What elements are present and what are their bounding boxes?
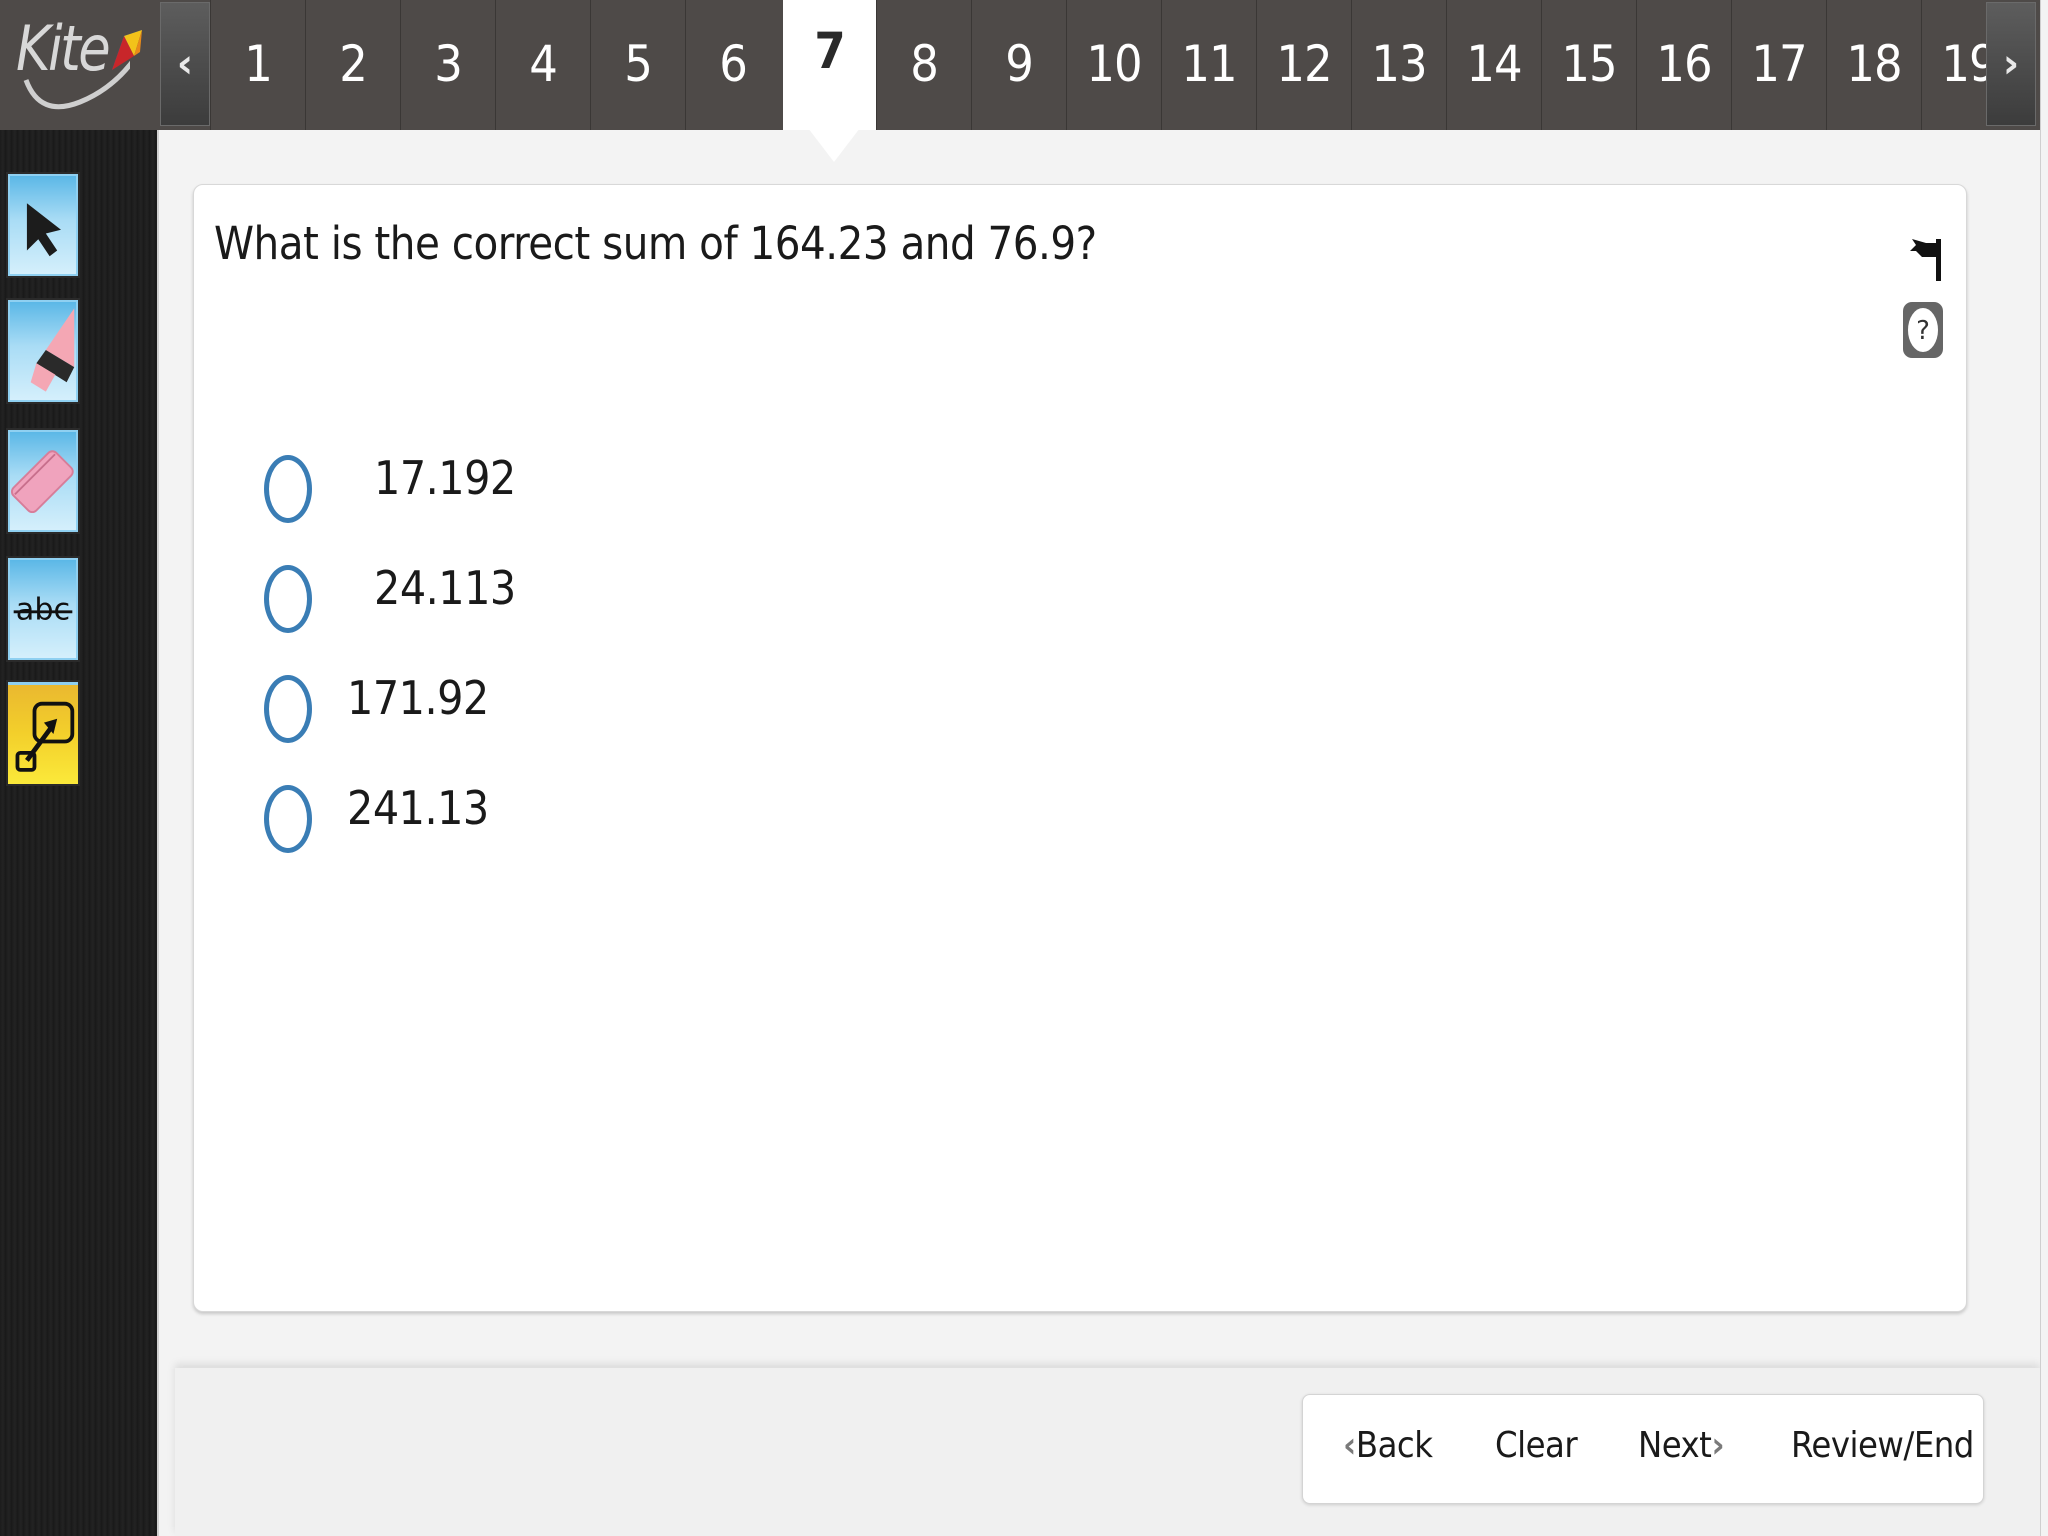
question-tab-16[interactable]: 16: [1636, 0, 1731, 130]
tab-label: 17: [1751, 35, 1807, 93]
tab-label: 18: [1846, 35, 1902, 93]
flag-icon[interactable]: [1908, 237, 1944, 283]
svg-text:abc: abc: [16, 592, 70, 627]
clear-label: Clear: [1495, 1425, 1578, 1466]
question-tab-7-active[interactable]: 7: [783, 0, 876, 130]
tab-label: 5: [624, 35, 653, 93]
chevron-left-icon: ‹: [176, 41, 194, 87]
question-card: What is the correct sum of 164.23 and 76…: [193, 184, 1967, 1312]
question-tab-19[interactable]: 19: [1921, 0, 1986, 130]
tab-label: 3: [434, 35, 463, 93]
question-tab-11[interactable]: 11: [1161, 0, 1256, 130]
question-tab-6[interactable]: 6: [685, 0, 780, 130]
question-tab-18[interactable]: 18: [1826, 0, 1921, 130]
radio-button[interactable]: [264, 455, 312, 523]
question-tab-3[interactable]: 3: [400, 0, 495, 130]
kite-logo-icon: [112, 30, 142, 70]
active-tab-pointer: [808, 128, 860, 162]
tab-label: 19: [1941, 35, 1986, 93]
question-tab-13[interactable]: 13: [1351, 0, 1446, 130]
svg-text:?: ?: [1916, 316, 1930, 346]
magnify-tool-button[interactable]: [6, 680, 80, 786]
answer-option[interactable]: 171.92: [264, 669, 864, 759]
tab-label: 8: [910, 35, 939, 93]
question-tab-10[interactable]: 10: [1066, 0, 1161, 130]
tab-label: 2: [339, 35, 368, 93]
tab-label: 16: [1656, 35, 1712, 93]
answer-option[interactable]: 17.192: [264, 449, 864, 539]
option-label: 17.192: [374, 451, 516, 505]
sidebar-divider: [157, 130, 159, 1536]
question-tab-5[interactable]: 5: [590, 0, 685, 130]
review-end-label: Review/End: [1791, 1425, 1974, 1466]
chevron-right-icon: ›: [1711, 1425, 1725, 1466]
tab-label: 7: [814, 22, 845, 80]
back-label: Back: [1355, 1425, 1433, 1466]
tab-label: 12: [1276, 35, 1332, 93]
question-tab-17[interactable]: 17: [1731, 0, 1826, 130]
tab-label: 13: [1371, 35, 1427, 93]
radio-button[interactable]: [264, 565, 312, 633]
next-button[interactable]: Next›: [1638, 1425, 1725, 1466]
expand-icon: [15, 701, 75, 772]
clear-button[interactable]: Clear: [1495, 1425, 1578, 1466]
next-questions-button[interactable]: ›: [1986, 2, 2036, 126]
kite-logo: Kite: [0, 0, 157, 130]
question-text: What is the correct sum of 164.23 and 76…: [214, 217, 1097, 270]
pointer-arrow-icon: [26, 203, 61, 257]
highlighter-tool-button[interactable]: [6, 298, 80, 404]
help-question-icon[interactable]: ?: [1902, 301, 1944, 359]
tab-label: 11: [1181, 35, 1237, 93]
tab-label: 1: [244, 35, 273, 93]
chevron-right-icon: ›: [2002, 41, 2020, 87]
next-label: Next: [1638, 1425, 1712, 1466]
option-label: 241.13: [347, 781, 489, 835]
option-label: 24.113: [374, 561, 516, 615]
question-tab-2[interactable]: 2: [305, 0, 400, 130]
radio-button[interactable]: [264, 785, 312, 853]
strikethrough-tool-button[interactable]: abc: [6, 556, 80, 662]
question-tab-1[interactable]: 1: [210, 0, 305, 130]
question-tab-14[interactable]: 14: [1446, 0, 1541, 130]
question-tab-4[interactable]: 4: [495, 0, 590, 130]
option-label: 171.92: [347, 671, 489, 725]
navigation-button-group: ‹Back Clear Next› Review/End: [1302, 1394, 1984, 1504]
question-tabs: 1 2 3 4 5 6 7 8 9 10 11 12 13 14 15 16 1…: [210, 0, 1986, 130]
review-end-button[interactable]: Review/End: [1791, 1425, 1974, 1466]
eraser-icon: [10, 450, 74, 514]
tab-label: 14: [1466, 35, 1522, 93]
pointer-tool-button[interactable]: [6, 172, 80, 278]
radio-button[interactable]: [264, 675, 312, 743]
question-navigation-bar: Kite ‹ 1 2 3 4 5 6 7 8 9 10 11 12 13 14 …: [0, 0, 2040, 130]
question-tab-8[interactable]: 8: [876, 0, 971, 130]
eraser-tool-button[interactable]: [6, 428, 80, 534]
previous-questions-button[interactable]: ‹: [160, 2, 210, 126]
tab-label: 4: [529, 35, 558, 93]
highlighter-icon: [30, 308, 75, 392]
back-button[interactable]: ‹Back: [1343, 1425, 1433, 1466]
question-tab-12[interactable]: 12: [1256, 0, 1351, 130]
chevron-left-icon: ‹: [1343, 1425, 1356, 1466]
tab-label: 10: [1086, 35, 1142, 93]
answer-option[interactable]: 24.113: [264, 559, 864, 649]
question-tab-9[interactable]: 9: [971, 0, 1066, 130]
strikethrough-icon: abc: [13, 592, 73, 627]
tab-label: 15: [1561, 35, 1617, 93]
tab-label: 6: [719, 35, 748, 93]
page-scrollbar[interactable]: [2040, 0, 2048, 1536]
tool-sidebar: abc: [0, 130, 157, 1536]
tab-label: 9: [1005, 35, 1034, 93]
answer-option[interactable]: 241.13: [264, 779, 864, 869]
question-tab-15[interactable]: 15: [1541, 0, 1636, 130]
